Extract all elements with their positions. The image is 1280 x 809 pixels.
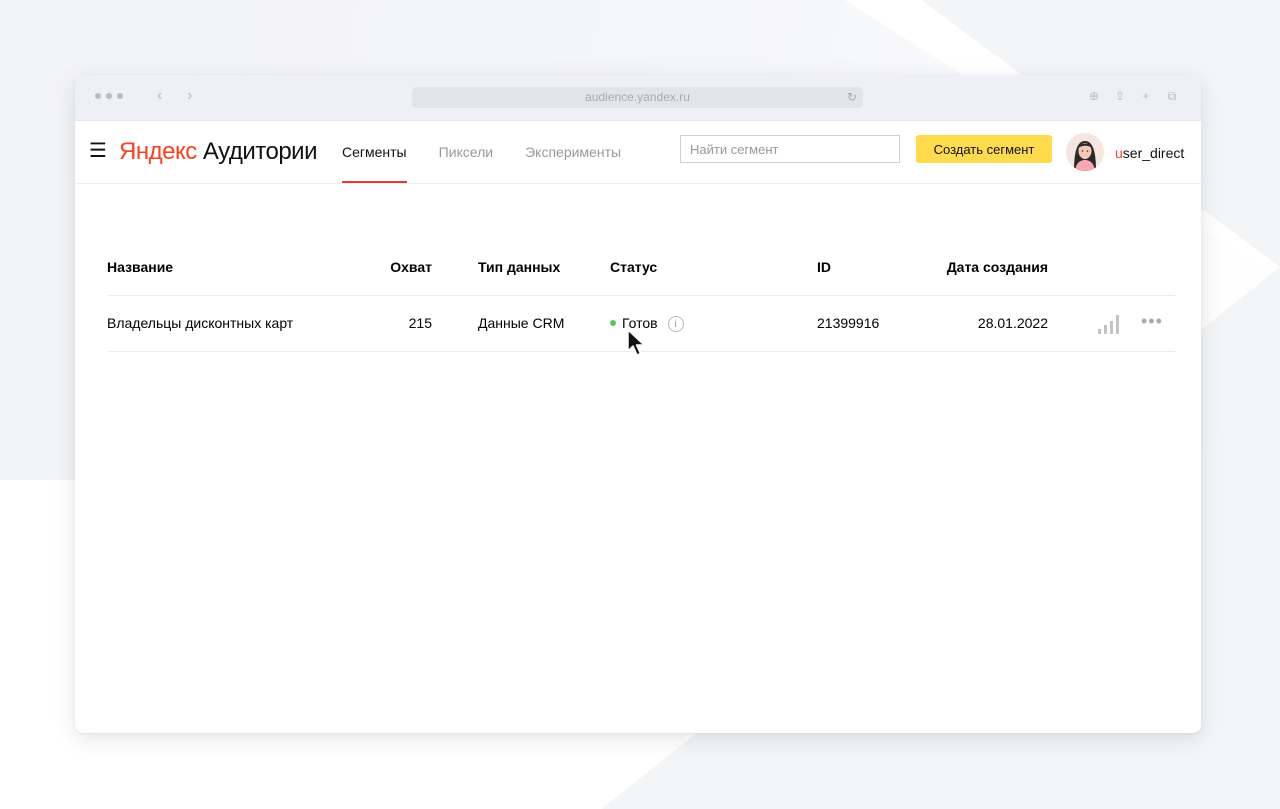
logo[interactable]: Яндекс Аудитории xyxy=(119,138,317,166)
column-header-created[interactable]: Дата создания xyxy=(947,240,1048,295)
create-segment-button[interactable]: Создать сегмент xyxy=(916,135,1052,163)
username-rest: ser_direct xyxy=(1122,145,1185,161)
username-first-letter: u xyxy=(1115,145,1123,161)
window-dot[interactable] xyxy=(106,93,112,99)
column-header-data-type[interactable]: Тип данных xyxy=(478,240,560,295)
segment-name[interactable]: Владельцы дисконтных карт xyxy=(107,296,293,351)
main-tabs: Сегменты Пиксели Эксперименты xyxy=(342,121,621,183)
tab-pixels[interactable]: Пиксели xyxy=(439,121,493,183)
segment-created-date: 28.01.2022 xyxy=(977,315,1048,331)
browser-window: ‹ › audience.yandex.ru ↻ ⊕ ⇪ + ⧉ ☰ Яндек… xyxy=(75,75,1201,733)
app-header: ☰ Яндекс Аудитории Сегменты Пиксели Эксп… xyxy=(75,121,1201,184)
share-icon[interactable]: ⇪ xyxy=(1113,89,1127,104)
address-bar-url: audience.yandex.ru xyxy=(585,90,690,104)
tab-experiments[interactable]: Эксперименты xyxy=(525,121,621,183)
status-dot-icon xyxy=(610,320,616,327)
browser-toolbar-icons: ⊕ ⇪ + ⧉ xyxy=(1087,89,1179,104)
segment-data-type: Данные CRM xyxy=(478,315,565,331)
more-dots-icon[interactable]: ••• xyxy=(1141,311,1163,331)
username[interactable]: user_direct xyxy=(1115,145,1184,161)
segment-id: 21399916 xyxy=(817,315,880,331)
tabs-overview-icon[interactable]: ⧉ xyxy=(1165,89,1179,104)
column-header-name[interactable]: Название xyxy=(107,240,173,295)
segment-reach: 215 xyxy=(408,315,432,331)
logo-product: Аудитории xyxy=(202,138,318,165)
download-icon[interactable]: ⊕ xyxy=(1087,89,1101,104)
forward-arrow-icon[interactable]: › xyxy=(187,87,192,105)
address-bar[interactable]: audience.yandex.ru ↻ xyxy=(412,87,863,108)
column-header-status[interactable]: Статус xyxy=(610,240,657,295)
table-header-row: Название Охват Тип данных Статус ID Дата… xyxy=(107,240,1175,296)
logo-brand: Яндекс xyxy=(119,138,197,165)
bar-chart-icon[interactable] xyxy=(1097,314,1119,334)
tab-segments[interactable]: Сегменты xyxy=(342,121,407,183)
avatar[interactable] xyxy=(1066,133,1104,171)
back-arrow-icon[interactable]: ‹ xyxy=(157,87,162,105)
hamburger-icon[interactable]: ☰ xyxy=(89,141,107,161)
window-dot[interactable] xyxy=(117,93,123,99)
avatar-image xyxy=(1066,133,1104,171)
mouse-cursor-icon xyxy=(627,329,645,356)
info-icon[interactable]: i xyxy=(667,316,684,333)
search-input[interactable] xyxy=(680,135,900,163)
window-controls[interactable] xyxy=(95,93,123,99)
column-header-id[interactable]: ID xyxy=(817,240,831,295)
column-header-reach[interactable]: Охват xyxy=(390,240,432,295)
window-dot[interactable] xyxy=(95,93,101,99)
browser-titlebar: ‹ › audience.yandex.ru ↻ ⊕ ⇪ + ⧉ xyxy=(75,75,1201,121)
new-tab-icon[interactable]: + xyxy=(1139,89,1153,104)
reload-icon[interactable]: ↻ xyxy=(847,87,857,108)
